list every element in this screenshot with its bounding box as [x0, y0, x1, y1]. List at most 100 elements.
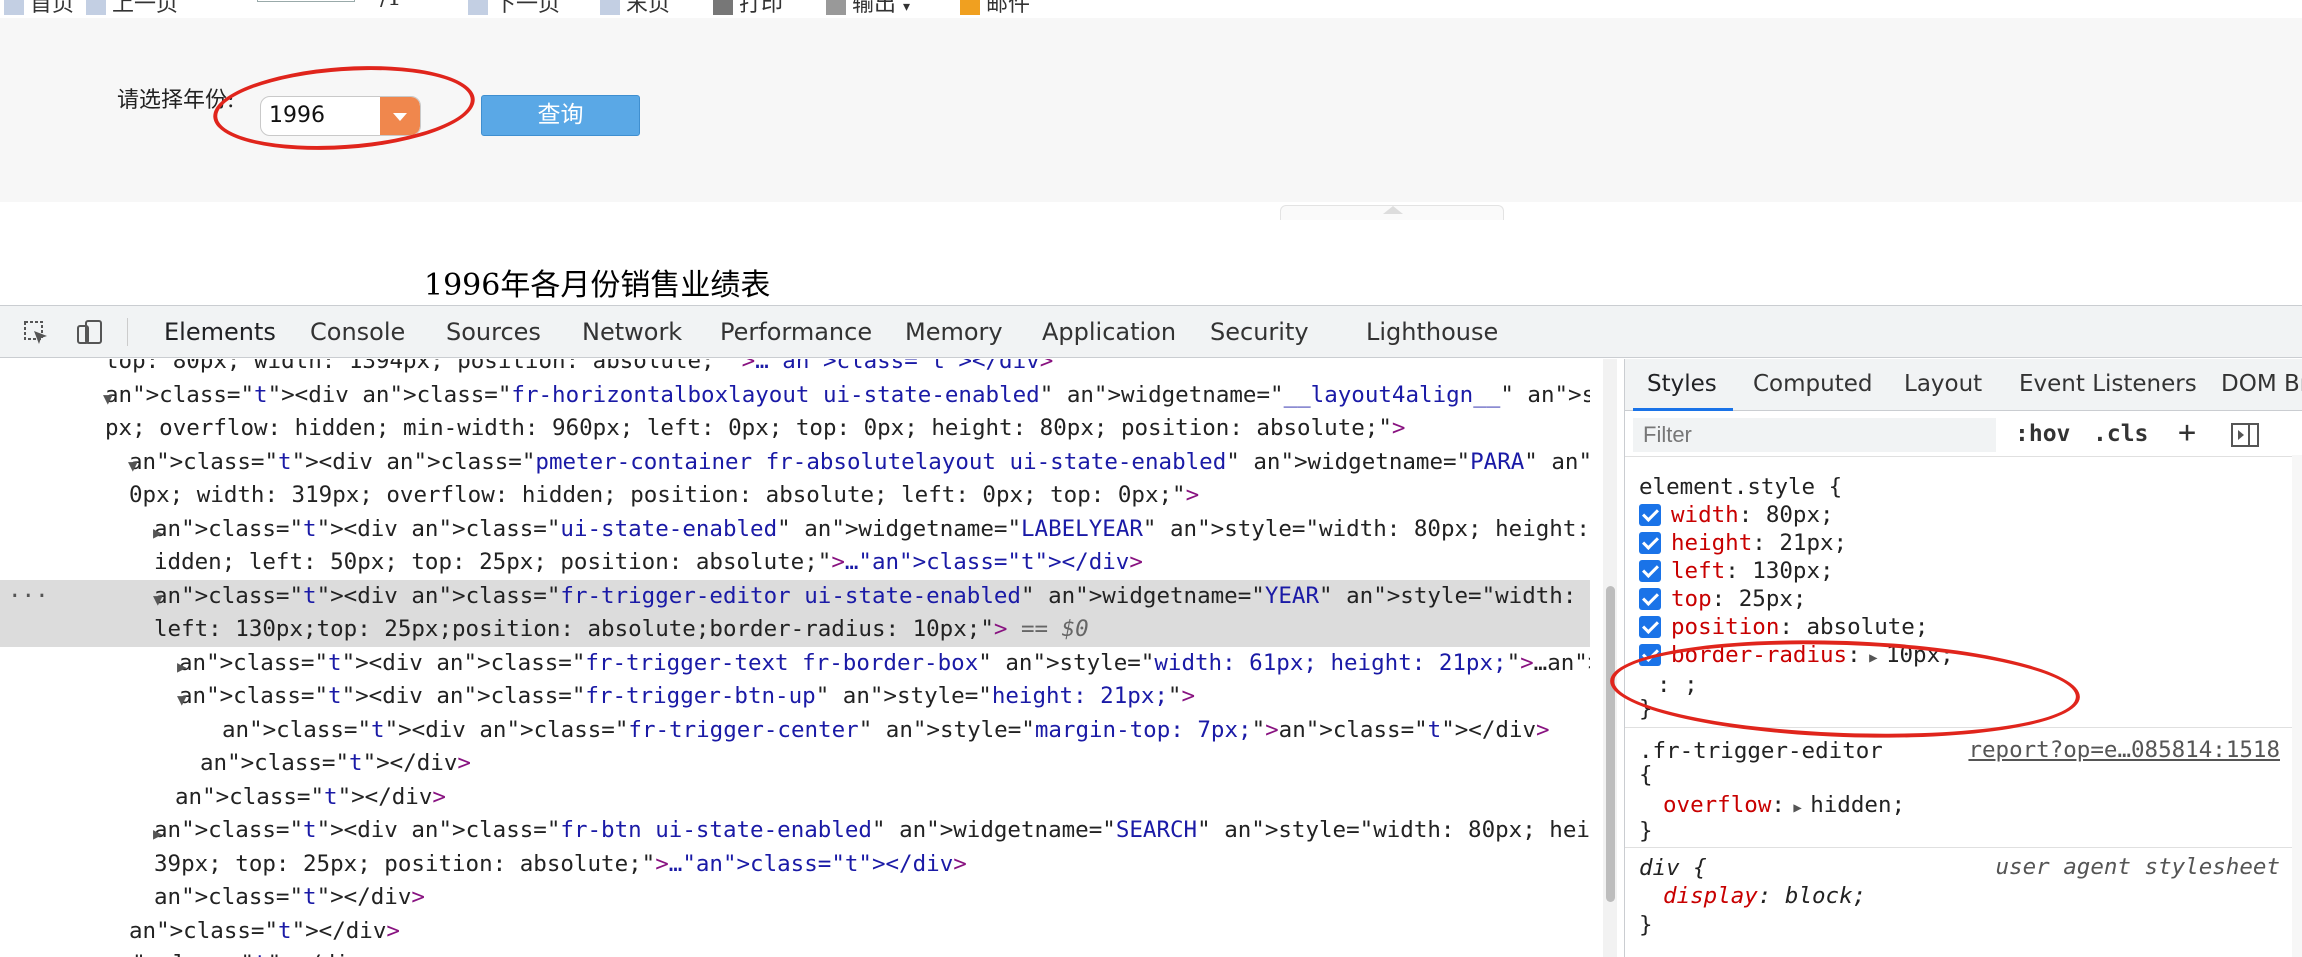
tab-network[interactable]: Network	[582, 318, 682, 346]
tab-sources[interactable]: Sources	[446, 318, 541, 346]
first-page-button[interactable]: 首页	[4, 0, 74, 18]
next-page-icon	[468, 0, 488, 15]
last-page-button[interactable]: 末页	[600, 0, 670, 18]
toggle-sidebar-icon[interactable]	[2231, 423, 2259, 447]
dom-node-line[interactable]: an">class="t"></div>	[0, 781, 1590, 815]
ua-source: user agent stylesheet	[1995, 854, 2280, 880]
expand-arrow-icon[interactable]: ▶	[153, 817, 163, 851]
dom-node-selected[interactable]: an">class="t"><div an">class="fr-trigger…	[0, 579, 1590, 613]
rule-source-link[interactable]: report?op=e…085814:1518	[1968, 737, 2280, 763]
page-number-input[interactable]: 1	[257, 0, 355, 2]
display-property: display: block;	[1663, 883, 1867, 909]
dom-node-line[interactable]: an">class="t"><div an">class="fr-trigger…	[0, 714, 1590, 748]
query-button[interactable]: 查询	[481, 95, 640, 136]
device-toolbar-icon[interactable]	[76, 319, 104, 347]
style-property-left[interactable]: left: 130px;	[1639, 557, 1834, 585]
prev-page-button[interactable]: 上一页	[86, 0, 178, 18]
element-style-selector: element.style {	[1639, 474, 1843, 500]
tab-memory[interactable]: Memory	[905, 318, 1003, 346]
style-property-top[interactable]: top: 25px;	[1639, 585, 1806, 613]
email-button[interactable]: 邮件	[960, 0, 1030, 18]
tab-console[interactable]: Console	[310, 318, 405, 346]
prev-page-label: 上一页	[112, 0, 179, 17]
print-button[interactable]: 打印	[713, 0, 783, 18]
style-property-height[interactable]: height: 21px;	[1639, 529, 1847, 557]
rule-selector: .fr-trigger-editor	[1639, 738, 1883, 764]
dom-node-line[interactable]: an">class="t"><div an">class="fr-trigger…	[0, 680, 1590, 714]
export-button[interactable]: 输出 ▾	[826, 0, 910, 18]
last-page-icon	[600, 0, 620, 15]
dom-node-line[interactable]: an">class="t"></div>	[0, 747, 1590, 781]
property-value: absolute;	[1806, 614, 1929, 640]
property-value: 21px;	[1779, 530, 1848, 556]
dom-tree-scrollbar-thumb[interactable]	[1606, 586, 1615, 902]
tab-security[interactable]: Security	[1210, 318, 1309, 346]
collapse-panel-handle[interactable]	[1280, 205, 1504, 220]
overflow-property[interactable]: overflow: ▶ hidden;	[1663, 791, 1905, 819]
tab-dom-breakpoints[interactable]: DOM Breakpoints	[2221, 371, 2302, 397]
expand-arrow-icon[interactable]: ▶	[177, 650, 187, 684]
collapse-arrow-icon[interactable]: ▼	[103, 382, 113, 416]
style-property-position[interactable]: position: absolute;	[1639, 613, 1928, 641]
rule-separator	[1625, 847, 2302, 848]
node-menu-icon[interactable]: ···	[8, 580, 49, 614]
property-value: 25px;	[1738, 586, 1807, 612]
property-checkbox[interactable]	[1639, 616, 1661, 638]
tab-application[interactable]: Application	[1042, 318, 1176, 346]
dom-node-line[interactable]: an">class="t"><div an">class="pmeter-con…	[0, 446, 1590, 480]
property-name: height	[1671, 530, 1753, 556]
tab-computed[interactable]: Computed	[1753, 371, 1872, 397]
mail-icon	[960, 0, 980, 15]
dom-node-line[interactable]: 39px; top: 25px; position: absolute;">…"…	[0, 848, 1590, 882]
dom-node-line[interactable]: px; overflow: hidden; min-width: 960px; …	[0, 412, 1590, 446]
property-name: position	[1671, 614, 1780, 640]
inspect-element-icon[interactable]	[22, 319, 50, 347]
styles-scrollbar[interactable]	[2292, 455, 2302, 957]
collapse-arrow-icon[interactable]: ▼	[128, 449, 138, 483]
property-checkbox[interactable]	[1639, 504, 1661, 526]
class-toggle[interactable]: .cls	[2093, 421, 2148, 447]
styles-tab-bar: Styles Computed Layout Event Listeners D…	[1625, 359, 2302, 411]
property-name: left	[1671, 558, 1726, 584]
last-page-label: 末页	[626, 0, 671, 17]
property-value: hidden;	[1810, 792, 1906, 818]
tab-elements[interactable]: Elements	[164, 318, 276, 346]
dom-node-selected[interactable]: left: 130px;top: 25px;position: absolute…	[0, 613, 1590, 647]
styles-filter-bar: :hov .cls +	[1625, 411, 2302, 457]
collapse-arrow-icon[interactable]: ▼	[177, 683, 187, 717]
property-value: block;	[1784, 883, 1867, 909]
dom-node-line[interactable]: an">class="t"></div>	[0, 915, 1590, 949]
tab-event-listeners[interactable]: Event Listeners	[2019, 371, 2197, 397]
property-checkbox[interactable]	[1639, 588, 1661, 610]
collapse-arrow-icon[interactable]: ▼	[153, 583, 163, 617]
property-checkbox[interactable]	[1639, 532, 1661, 554]
dom-node-line[interactable]: idden; left: 50px; top: 25px; position: …	[0, 546, 1590, 580]
expand-arrow-icon[interactable]: ▶	[1785, 800, 1810, 816]
dom-node-line[interactable]: top: 80px; width: 1394px; position: abso…	[0, 359, 1590, 379]
next-page-label: 下一页	[494, 0, 561, 17]
first-page-icon	[4, 0, 24, 15]
rule-open-brace: {	[1639, 762, 1653, 788]
devtools-panel: Elements Console Sources Network Perform…	[0, 305, 2302, 957]
dom-node-line[interactable]: 0px; width: 319px; overflow: hidden; pos…	[0, 479, 1590, 513]
tab-styles[interactable]: Styles	[1647, 371, 1717, 397]
dom-node-line[interactable]: an">class="t"><div an">class="fr-horizon…	[0, 379, 1590, 413]
dom-node-line[interactable]: an">class="t"><div an">class="ui-state-e…	[0, 513, 1590, 547]
dom-node-line[interactable]: an">class="t"><div an">class="fr-btn ui-…	[0, 814, 1590, 848]
style-property-width[interactable]: width: 80px;	[1639, 501, 1834, 529]
dom-node-line[interactable]: an">class="t"><div an">class="fr-trigger…	[0, 647, 1590, 681]
expand-arrow-icon[interactable]: ▶	[153, 516, 163, 550]
next-page-button[interactable]: 下一页	[468, 0, 560, 18]
dom-node-line[interactable]: an">class="t"></div>	[0, 881, 1590, 915]
close-brace: }	[1639, 912, 1653, 938]
tab-performance[interactable]: Performance	[720, 318, 872, 346]
report-viewer: 首页 上一页 1 /1 下一页 末页 打印 输出 ▾ 邮件 请选择年份: 199…	[0, 0, 2302, 305]
new-rule-icon[interactable]: +	[2178, 415, 2196, 450]
property-name: top	[1671, 586, 1712, 612]
styles-filter-input[interactable]	[1633, 418, 1996, 452]
tab-layout[interactable]: Layout	[1904, 371, 1982, 397]
property-checkbox[interactable]	[1639, 560, 1661, 582]
devtools-tab-bar: Elements Console Sources Network Perform…	[0, 306, 2302, 358]
hover-state-toggle[interactable]: :hov	[2015, 421, 2070, 447]
tab-lighthouse[interactable]: Lighthouse	[1366, 318, 1498, 346]
